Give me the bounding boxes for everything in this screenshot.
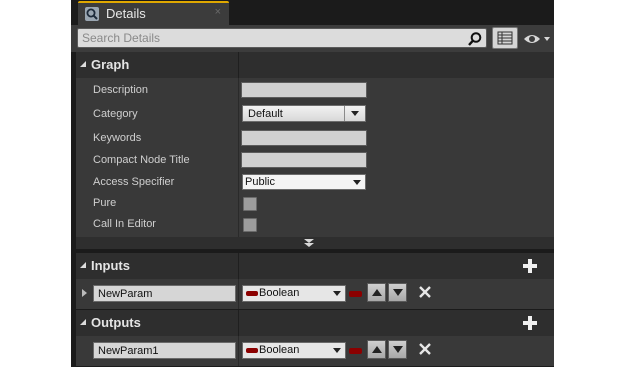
column-divider [238,78,239,237]
down-arrow-icon [393,289,403,296]
remove-param-icon[interactable] [418,342,432,356]
call-in-editor-label: Call In Editor [93,218,156,230]
search-input[interactable] [82,30,462,46]
add-output-icon[interactable] [522,315,538,331]
up-arrow-icon [372,346,382,353]
collapse-arrow-icon[interactable] [80,319,86,325]
eye-icon [524,35,550,43]
pin-type-icon[interactable] [349,291,362,297]
access-specifier-select[interactable]: Public [242,174,366,190]
pure-label: Pure [93,197,117,209]
column-divider [238,279,239,309]
input-param-name-input[interactable] [94,286,235,301]
category-combo[interactable]: Default [242,105,366,122]
call-in-editor-checkbox[interactable] [243,218,257,232]
visibility-dropdown-button[interactable] [522,30,552,48]
input-param-type-value: Boolean [259,287,300,299]
search-box[interactable] [77,28,487,48]
details-toolbar [71,25,554,52]
advanced-expander[interactable] [76,237,554,249]
chevron-down-icon [333,291,341,296]
collapse-arrow-icon[interactable] [80,262,86,268]
add-input-icon[interactable] [522,258,538,274]
move-up-button[interactable] [367,283,386,302]
output-param-type-value: Boolean [259,344,300,356]
input-param-row: Boolean [76,279,554,309]
access-specifier-label: Access Specifier [93,176,175,188]
input-param-name-field[interactable] [93,285,236,302]
down-arrow-icon [393,346,403,353]
column-divider [238,253,239,279]
output-param-row: Boolean [76,336,554,366]
boolean-type-icon [246,291,258,296]
column-divider [238,52,239,78]
description-label: Description [93,84,149,96]
details-magnifier-icon [85,7,99,21]
category-value: Default [248,108,283,120]
graph-section-header[interactable]: Graph [76,52,554,78]
close-tab-icon[interactable]: × [215,6,221,18]
keywords-field[interactable] [241,130,367,146]
category-label: Category [93,108,138,120]
tab-bar: Details × [71,0,554,25]
inputs-section-title: Inputs [91,258,130,273]
details-panel: Details × Search Details Graph Descripti… [71,0,554,367]
output-param-name-input[interactable] [94,343,235,358]
chevron-down-icon [333,348,341,353]
keywords-label: Keywords [93,132,142,144]
details-tab-label: Details [106,6,146,21]
column-divider [238,336,239,366]
outputs-section-header[interactable]: Outputs [76,310,554,336]
description-field[interactable] [241,82,367,98]
pin-type-icon[interactable] [349,348,362,354]
chevron-down-icon [353,180,361,185]
output-param-type-select[interactable]: Boolean [242,342,346,359]
category-dropdown-button[interactable] [344,106,365,121]
search-icon[interactable] [467,31,483,47]
chevron-down-icon [351,111,359,116]
access-specifier-value: Public [245,176,275,188]
list-view-icon [497,31,513,45]
view-options-button[interactable] [492,27,518,49]
move-up-button[interactable] [367,340,386,359]
expand-arrow-icon[interactable] [82,289,87,297]
input-param-type-select[interactable]: Boolean [242,285,346,302]
up-arrow-icon [372,289,382,296]
compact-node-title-label: Compact Node Title [93,154,190,166]
boolean-type-icon [246,348,258,353]
compact-node-title-field[interactable] [241,152,367,168]
details-tab[interactable]: Details × [78,1,229,25]
pure-checkbox[interactable] [243,197,257,211]
move-down-button[interactable] [388,340,407,359]
expand-down-icon [304,239,314,247]
move-down-button[interactable] [388,283,407,302]
remove-param-icon[interactable] [418,285,432,299]
column-divider [238,310,239,336]
inputs-section-header[interactable]: Inputs [76,253,554,279]
collapse-arrow-icon[interactable] [80,61,86,67]
graph-section-title: Graph [91,57,130,72]
output-param-name-field[interactable] [93,342,236,359]
outputs-section-title: Outputs [91,315,141,330]
